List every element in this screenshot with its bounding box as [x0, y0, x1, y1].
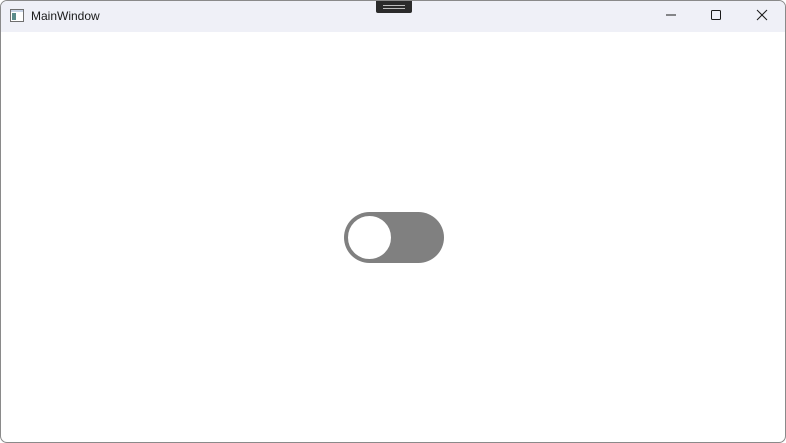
close-icon: [756, 8, 768, 26]
minimize-button[interactable]: [648, 1, 694, 32]
maximize-icon: [710, 8, 722, 26]
window-title: MainWindow: [31, 9, 100, 23]
toggle-thumb[interactable]: [346, 214, 393, 261]
app-window-icon: [10, 9, 24, 22]
title-bar[interactable]: MainWindow: [1, 1, 785, 32]
main-window: MainWindow: [0, 0, 786, 443]
maximize-button[interactable]: [693, 1, 739, 32]
snap-layout-handle[interactable]: [376, 1, 412, 13]
minimize-icon: [665, 8, 677, 26]
toggle-switch[interactable]: [344, 212, 444, 263]
close-button[interactable]: [739, 1, 785, 32]
